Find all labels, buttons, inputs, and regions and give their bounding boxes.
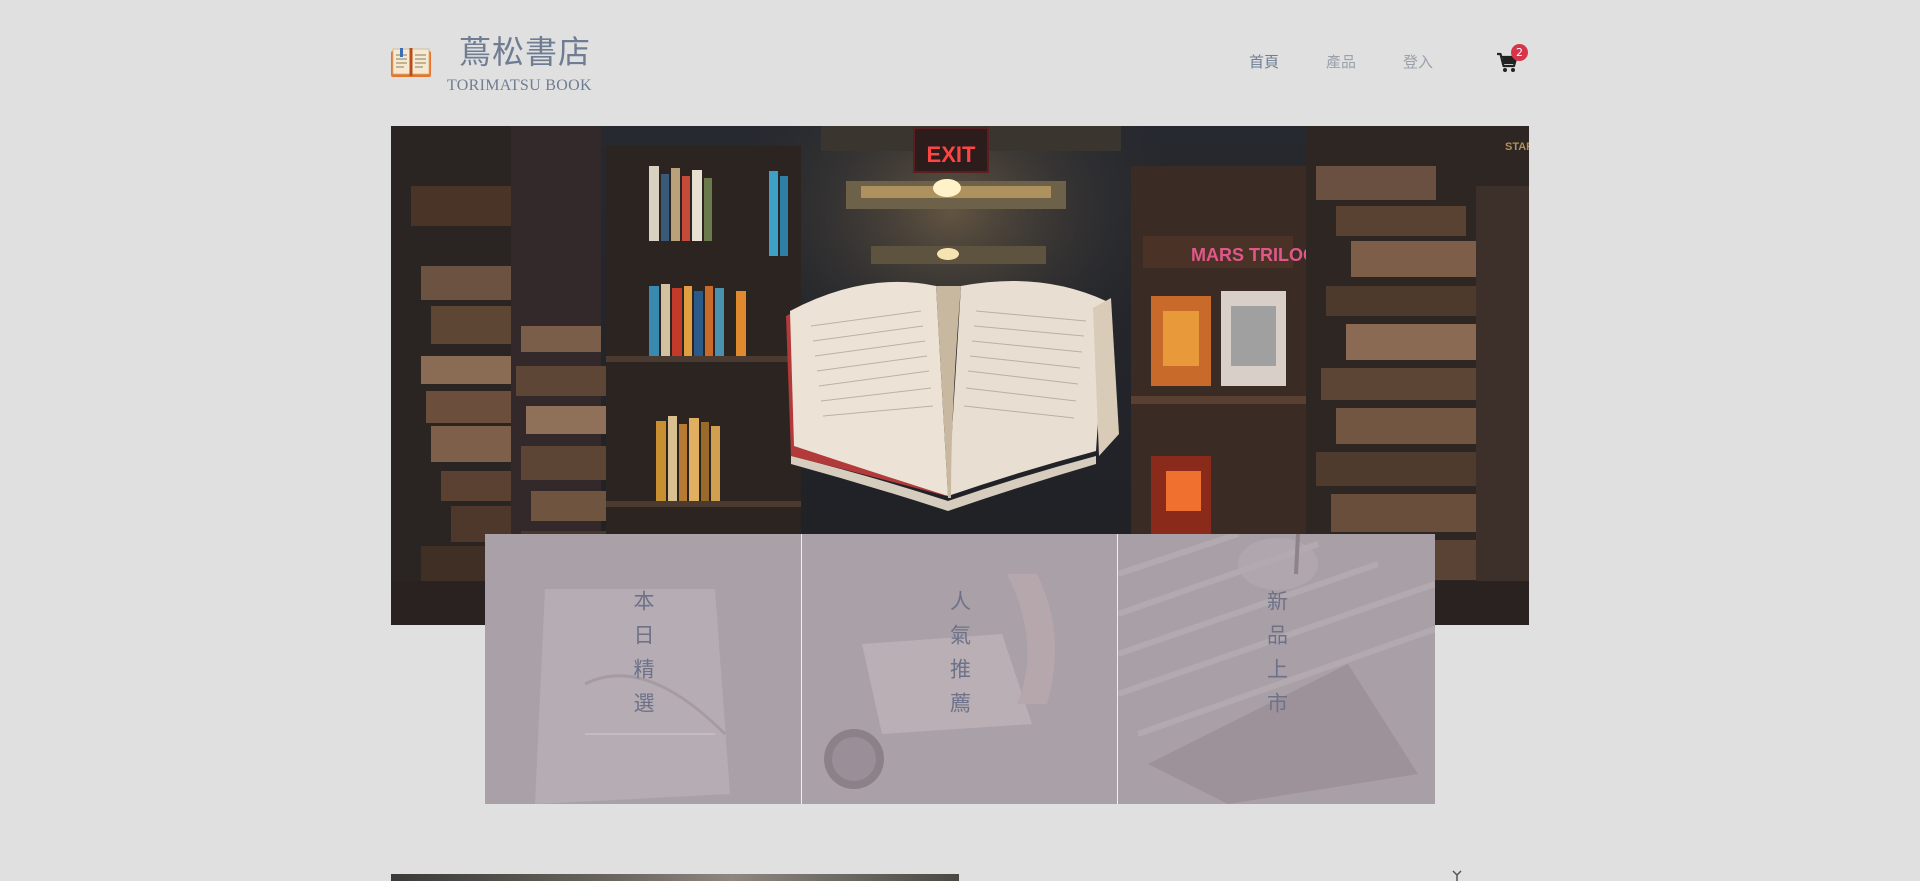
category-label-daily-picks: 本日精選 — [631, 590, 655, 726]
nav-item-home[interactable]: 首頁 — [1249, 52, 1279, 72]
category-label-popular: 人氣推薦 — [947, 590, 972, 726]
featured-image-partial — [391, 874, 959, 881]
nav-item-login[interactable]: 登入 — [1403, 52, 1433, 72]
category-card-popular[interactable]: 人氣推薦 — [801, 534, 1117, 804]
category-label-new-arrivals: 新品上市 — [1264, 590, 1289, 726]
cart-count-badge: 2 — [1511, 44, 1528, 61]
decorative-mark-icon — [1452, 870, 1462, 881]
nav-item-products[interactable]: 產品 — [1326, 52, 1356, 72]
daily-picks-label-wrap: 本日精選 — [485, 590, 801, 726]
main-nav: 首頁 產品 登入 — [1249, 52, 1480, 72]
page: 蔦松書店 TORIMATSU BOOK 首頁 產品 登入 2 EXIT MARS… — [0, 0, 1920, 881]
brand-title[interactable]: 蔦松書店 — [459, 32, 591, 72]
new-arrivals-label-wrap: 新品上市 — [1118, 590, 1435, 726]
category-card-new-arrivals[interactable]: 新品上市 — [1117, 534, 1435, 804]
popular-label-wrap: 人氣推薦 — [802, 590, 1117, 726]
corner-text: STAR — [1505, 141, 1529, 153]
open-book-icon[interactable] — [391, 48, 431, 78]
brand-subtitle: TORIMATSU BOOK — [447, 77, 592, 94]
category-cards: 本日精選 人氣推薦 新品上市 — [485, 534, 1435, 804]
category-card-daily-picks[interactable]: 本日精選 — [485, 534, 801, 804]
exit-sign-text: EXIT — [927, 142, 976, 167]
